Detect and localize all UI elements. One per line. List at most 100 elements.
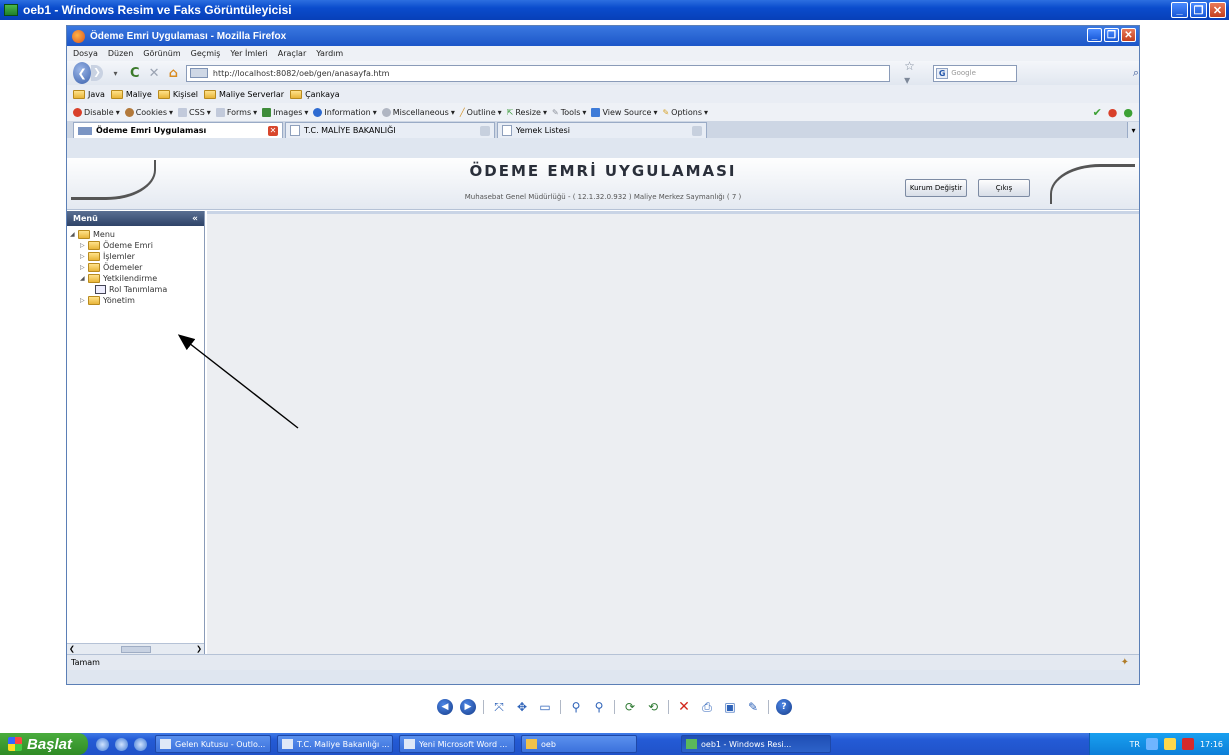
actual-size-icon[interactable]: ✥ [514,699,530,715]
dev-tools[interactable]: ✎ Tools ▾ [552,108,586,117]
tree-node-yonetim[interactable]: ▷ Yönetim [70,295,204,306]
tab-close-icon[interactable]: ✕ [268,125,278,136]
print-icon[interactable]: ⎙ [699,699,715,715]
collapsed-triangle-icon[interactable]: ▷ [80,297,88,304]
validation-ok-icon[interactable]: ✔ [1093,106,1102,119]
tree-node-rol-tanimlama[interactable]: Rol Tanımlama [70,284,204,295]
dev-disable[interactable]: Disable ▾ [73,107,120,117]
reload-icon[interactable]: C [128,65,141,81]
dev-options[interactable]: ✎ Options ▾ [662,108,708,117]
back-arrow-icon[interactable]: ❮ [73,62,92,84]
taskbar-oeb-folder[interactable]: oeb [521,735,637,753]
bookmark-folder-maliye-serverlar[interactable]: Maliye Serverlar [203,89,284,99]
bookmark-folder-maliye[interactable]: Maliye [110,89,152,99]
dev-miscellaneous[interactable]: Miscellaneous ▾ [381,107,455,117]
dev-view-source[interactable]: View Source ▾ [591,107,657,117]
dev-information[interactable]: Information ▾ [313,107,377,117]
viewer-minimize-button[interactable]: _ [1171,2,1188,18]
slideshow-icon[interactable]: ▭ [537,699,553,715]
collapsed-triangle-icon[interactable]: ▷ [80,253,88,260]
menu-file[interactable]: Dosya [73,49,98,58]
bookmark-folder-cankaya[interactable]: Çankaya [290,89,340,99]
start-button[interactable]: Başlat [0,733,88,755]
sidebar-horizontal-scrollbar[interactable]: ❮ ❯ [67,643,204,654]
taskbar-word[interactable]: Yeni Microsoft Word ... [399,735,515,753]
save-icon[interactable]: ▣ [722,699,738,715]
tree-node-odeme-emri[interactable]: ▷ Ödeme Emri [70,240,204,251]
status-ok-icon[interactable]: ● [1123,106,1133,119]
bookmark-star-icon[interactable]: ☆ ▾ [904,59,921,87]
bookmark-folder-java[interactable]: Java [73,89,105,99]
logout-button[interactable]: Çıkış [978,179,1030,197]
zoom-out-icon[interactable]: ⚲ [591,699,607,715]
change-institution-button[interactable]: Kurum Değiştir [905,179,967,197]
menu-bookmarks[interactable]: Yer İmleri [230,49,267,58]
home-icon[interactable]: ⌂ [167,65,180,81]
bookmark-folder-kisisel[interactable]: Kişisel [157,89,198,99]
rotate-counterclockwise-icon[interactable]: ⟲ [645,699,661,715]
viewer-close-button[interactable]: ✕ [1209,2,1226,18]
messenger-icon[interactable] [1163,738,1176,750]
tab-yemek-listesi[interactable]: Yemek Listesi [497,122,707,138]
dev-outline[interactable]: ╱ Outline ▾ [460,108,502,117]
forward-arrow-icon[interactable]: ❯ [91,65,103,81]
viewer-restore-button[interactable]: ❐ [1190,2,1207,18]
tab-maliye-bakanligi[interactable]: T.C. MALİYE BAKANLIĞI [285,122,495,138]
collapsed-triangle-icon[interactable]: ▷ [80,264,88,271]
stop-icon[interactable]: ✕ [147,65,160,81]
search-input[interactable]: G Google [933,64,1017,82]
dev-cookies[interactable]: Cookies ▾ [124,107,173,117]
taskbar-ie-maliye[interactable]: T.C. Maliye Bakanlığı ... [277,735,393,753]
language-indicator[interactable]: TR [1129,740,1139,749]
dev-images[interactable]: Images ▾ [262,107,308,117]
desktop-quicklaunch-icon[interactable] [134,737,147,751]
scroll-left-icon[interactable]: ❮ [69,645,75,653]
rotate-clockwise-icon[interactable]: ⟳ [622,699,638,715]
site-identity-icon[interactable] [189,68,208,78]
dev-forms[interactable]: Forms ▾ [215,107,257,117]
firefox-quicklaunch-icon[interactable] [115,737,128,751]
firefox-close-button[interactable]: ✕ [1121,28,1136,42]
scrollbar-thumb[interactable] [120,645,151,653]
dev-css[interactable]: CSS ▾ [178,107,211,117]
menu-tools[interactable]: Araçlar [278,49,306,58]
tab-list-dropdown-icon[interactable]: ▾ [1127,122,1139,138]
addon-status-icon[interactable]: ✦ [1121,657,1129,668]
tree-node-yetkilendirme[interactable]: ◢ Yetkilendirme [70,273,204,284]
menu-help[interactable]: Yardım [316,49,343,58]
search-magnifier-icon[interactable]: ⌕ [1133,66,1139,80]
ie-quicklaunch-icon[interactable] [96,737,109,751]
expanded-triangle-icon[interactable]: ◢ [70,231,78,238]
collapse-sidebar-icon[interactable]: « [192,214,198,224]
collapsed-triangle-icon[interactable]: ▷ [80,242,88,249]
expanded-triangle-icon[interactable]: ◢ [80,275,88,282]
tab-odeme-emri[interactable]: Ödeme Emri Uygulaması ✕ [73,122,283,138]
delete-icon[interactable]: ✕ [676,699,692,715]
tree-node-root[interactable]: ◢ Menu [70,229,204,240]
zoom-in-icon[interactable]: ⚲ [568,699,584,715]
menu-edit[interactable]: Düzen [108,49,133,58]
previous-image-icon[interactable]: ◀ [437,699,453,715]
menu-view[interactable]: Görünüm [143,49,180,58]
menu-history[interactable]: Geçmiş [191,49,221,58]
google-search-icon[interactable]: G [936,67,949,79]
dev-resize[interactable]: ⇱ Resize ▾ [507,108,547,117]
taskbar-outlook[interactable]: Gelen Kutusu - Outlo... [155,735,271,753]
firefox-minimize-button[interactable]: _ [1087,28,1102,42]
tab-close-icon[interactable] [692,125,702,136]
tree-node-odemeler[interactable]: ▷ Ödemeler [70,262,204,273]
best-fit-icon[interactable]: ⤧ [491,699,507,715]
tab-close-icon[interactable] [480,125,490,136]
help-icon[interactable]: ? [776,699,792,715]
error-icon[interactable]: ● [1108,106,1118,119]
firefox-restore-button[interactable]: ❐ [1104,28,1119,42]
next-image-icon[interactable]: ▶ [460,699,476,715]
tree-node-islemler[interactable]: ▷ İşlemler [70,251,204,262]
edit-image-icon[interactable]: ✎ [745,699,761,715]
network-icon[interactable] [1145,738,1158,750]
url-bar[interactable]: http://localhost:8082/oeb/gen/anasayfa.h… [185,64,891,82]
scroll-right-icon[interactable]: ❯ [196,645,202,653]
taskbar-picture-viewer[interactable]: oeb1 - Windows Resi... [681,735,831,753]
history-dropdown-icon[interactable]: ▾ [109,65,122,81]
mcafee-icon[interactable] [1181,738,1194,750]
